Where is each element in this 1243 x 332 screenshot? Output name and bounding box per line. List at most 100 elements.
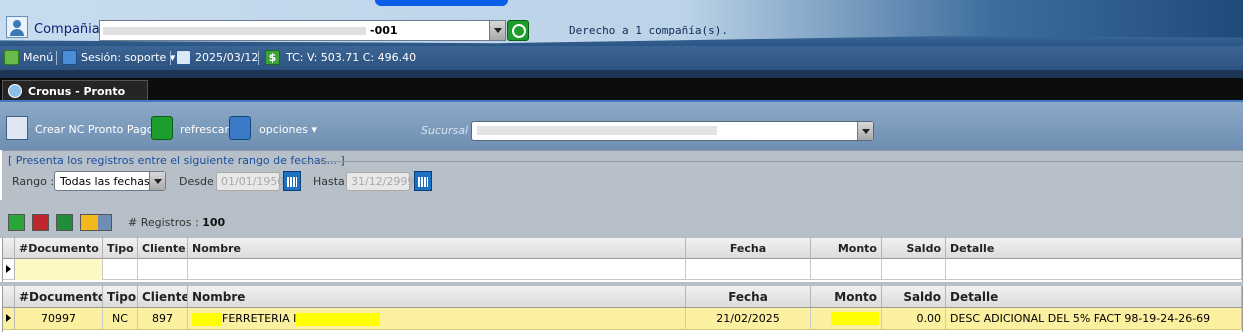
highlight-dropdown-icon[interactable] [80,214,112,231]
options-icon[interactable] [229,116,251,140]
divider [258,51,259,65]
col-documento[interactable]: #Documento [15,286,103,307]
col-detalle[interactable]: Detalle [946,238,1242,259]
chevron-down-icon[interactable] [857,122,873,140]
record-count: # Registros : 100 [128,216,225,229]
tab-cronus-pronto-pago[interactable]: Cronus - Pronto Pago [2,80,148,111]
session-dropdown[interactable]: Sesión: soporte ▾ [81,51,175,64]
col-monto[interactable]: Monto [811,286,882,307]
menu-icon[interactable] [4,50,19,65]
col-nombre[interactable]: Nombre [188,238,686,259]
cell-saldo[interactable]: 0.00 [882,308,946,329]
header-spacer [0,70,1243,78]
options-button[interactable]: opciones ▾ [259,123,317,136]
chevron-down-icon[interactable] [149,172,165,190]
fieldset-border [302,161,1242,162]
filter-fecha-input[interactable] [686,259,811,280]
redaction-mark [296,312,381,326]
refresh-button[interactable]: refrescar [180,123,229,136]
hasta-label: Hasta [313,175,345,188]
cell-detalle[interactable]: DESC ADICIONAL DEL 5% FACT 98-19-24-26-6… [946,308,1242,329]
col-saldo[interactable]: Saldo [882,286,946,307]
col-monto[interactable]: Monto [811,238,882,259]
col-tipo[interactable]: Tipo [103,286,138,307]
row-pointer-icon [3,259,15,280]
session-label: Sesión: soporte [81,51,167,64]
company-refresh-icon[interactable] [507,20,529,41]
cell-cliente[interactable]: 897 [138,308,188,329]
filter-nombre-input[interactable] [188,259,686,280]
session-date[interactable]: 2025/03/12 [195,51,258,64]
cell-nombre[interactable]: FERRETERIA I [188,308,686,329]
col-cliente[interactable]: Cliente [138,238,188,259]
hasta-input[interactable]: 31/12/2999 [346,172,414,191]
company-select[interactable]: -001 [99,20,506,41]
dollar-icon: $ [265,50,280,65]
user-icon [62,50,77,65]
cell-tipo[interactable]: NC [103,308,138,329]
col-documento[interactable]: #Documento [15,238,103,259]
filter-documento-input[interactable] [15,259,103,280]
filter-cliente-input[interactable] [138,259,188,280]
sucursal-select[interactable] [471,121,874,141]
filter-row [3,259,1242,280]
date-range-fieldset: [ Presenta los registros entre el siguie… [2,150,1243,200]
rango-label: Rango : [12,175,55,188]
rango-value: Todas las fechas [60,175,150,188]
table-row[interactable]: 70997 NC 897 FERRETERIA I 21/02/2025 0.0… [3,308,1242,330]
header-selector [3,238,15,259]
filter-tipo-input[interactable] [103,259,138,280]
sucursal-label: Sucursal : [421,124,476,137]
tab-strip [0,78,1243,100]
top-accent-tab [375,0,508,6]
col-fecha[interactable]: Fecha [686,286,811,307]
desde-label: Desde [179,175,214,188]
desde-calendar-icon[interactable] [283,171,301,191]
filter-detalle-input[interactable] [946,259,1242,280]
redaction-mark [192,312,222,326]
col-fecha[interactable]: Fecha [686,238,811,259]
col-tipo[interactable]: Tipo [103,238,138,259]
filter-grid: #Documento Tipo Cliente Nombre Fecha Mon… [2,238,1243,282]
redacted-sucursal [477,126,717,135]
filter-icon[interactable] [8,214,25,231]
create-nc-button[interactable]: Crear NC Pronto Pago [35,123,153,136]
col-saldo[interactable]: Saldo [882,238,946,259]
magnet-icon[interactable] [32,214,49,231]
col-nombre[interactable]: Nombre [188,286,686,307]
filter-monto-input[interactable] [811,259,882,280]
row-pointer-icon [3,308,15,329]
chevron-down-icon[interactable] [489,21,505,40]
cronus-icon [8,84,22,98]
company-label: Compañia. [34,22,104,37]
document-icon[interactable] [6,116,28,140]
record-count-label: # Registros : [128,216,199,229]
rights-text: Derecho a 1 compañía(s). [569,24,728,37]
rango-select[interactable]: Todas las fechas [54,171,166,191]
desde-input[interactable]: 01/01/1950 [216,172,284,191]
session-bar: Menú Sesión: soporte ▾ 2025/03/12 $ TC: … [0,46,1243,70]
col-cliente[interactable]: Cliente [138,286,188,307]
cell-nombre-text: FERRETERIA I [222,312,297,325]
filter-saldo-input[interactable] [882,259,946,280]
record-count-value: 100 [202,216,226,229]
date-range-legend: [ Presenta los registros entre el siguie… [8,154,345,167]
module-toolbar: Crear NC Pronto Pago refrescar opciones … [0,100,1243,150]
divider [56,51,57,65]
redaction-mark [831,312,879,325]
exchange-rate: TC: V: 503.71 C: 496.40 [286,51,417,64]
data-grid-header: #Documento Tipo Cliente Nombre Fecha Mon… [3,286,1242,308]
col-detalle[interactable]: Detalle [946,286,1242,307]
export-icon[interactable] [56,214,73,231]
cell-fecha[interactable]: 21/02/2025 [686,308,811,329]
divider [170,51,171,65]
menu-button[interactable]: Menú [23,51,53,64]
cell-monto[interactable] [811,308,882,329]
data-grid: #Documento Tipo Cliente Nombre Fecha Mon… [2,286,1243,332]
row-pointer-icon [3,286,15,308]
refresh-icon[interactable] [151,116,173,140]
company-select-value: -001 [370,24,398,37]
redacted-company-name [103,27,366,35]
cell-documento[interactable]: 70997 [15,308,103,329]
hasta-calendar-icon[interactable] [414,171,432,191]
